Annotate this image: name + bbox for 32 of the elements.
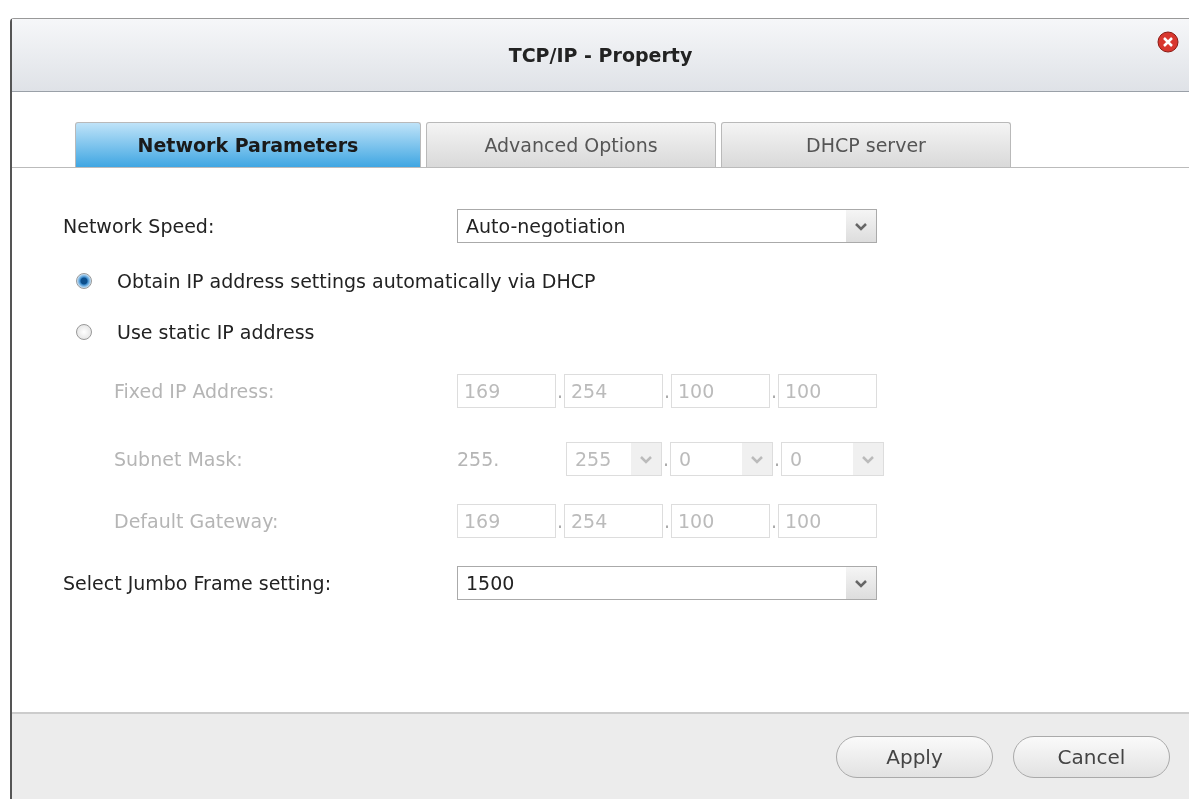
jumbo-frame-dropdown[interactable]: 1500 bbox=[457, 566, 877, 600]
dot-separator: . bbox=[556, 510, 564, 532]
dot-separator: . bbox=[663, 510, 671, 532]
caret-icon bbox=[631, 443, 661, 475]
caret-icon bbox=[846, 210, 876, 242]
window-title: TCP/IP - Property bbox=[508, 44, 693, 66]
field-label: Select Jumbo Frame setting: bbox=[63, 572, 333, 594]
mask-prefix: 255. bbox=[457, 448, 501, 470]
field-label: Network Speed: bbox=[63, 215, 216, 237]
dot-separator: . bbox=[662, 448, 670, 470]
dot-separator: . bbox=[556, 380, 564, 402]
tab[interactable]: Advanced Options bbox=[426, 122, 716, 167]
caret-icon bbox=[846, 567, 876, 599]
dot-separator: . bbox=[770, 510, 778, 532]
caret-icon bbox=[853, 443, 883, 475]
dot-separator: . bbox=[770, 380, 778, 402]
dot-separator: . bbox=[773, 448, 781, 470]
dialog-button[interactable]: Cancel bbox=[1013, 735, 1170, 778]
radio-button[interactable] bbox=[76, 273, 92, 289]
field-label: Default Gateway: bbox=[114, 510, 280, 532]
close-icon[interactable] bbox=[1157, 31, 1179, 53]
tab[interactable]: DHCP server bbox=[721, 122, 1011, 167]
caret-icon bbox=[742, 443, 772, 475]
radio-label: Use static IP address bbox=[117, 321, 315, 343]
field-label: Subnet Mask: bbox=[114, 448, 244, 470]
dialog-button[interactable]: Apply bbox=[836, 735, 993, 778]
network-speed-dropdown[interactable]: Auto-negotiation bbox=[457, 209, 877, 243]
radio-label: Obtain IP address settings automatically via DHCP bbox=[117, 270, 596, 292]
radio-button[interactable] bbox=[76, 324, 92, 340]
dot-separator: . bbox=[663, 380, 671, 402]
tab[interactable]: Network Parameters bbox=[75, 122, 421, 167]
field-label: Fixed IP Address: bbox=[114, 380, 276, 402]
